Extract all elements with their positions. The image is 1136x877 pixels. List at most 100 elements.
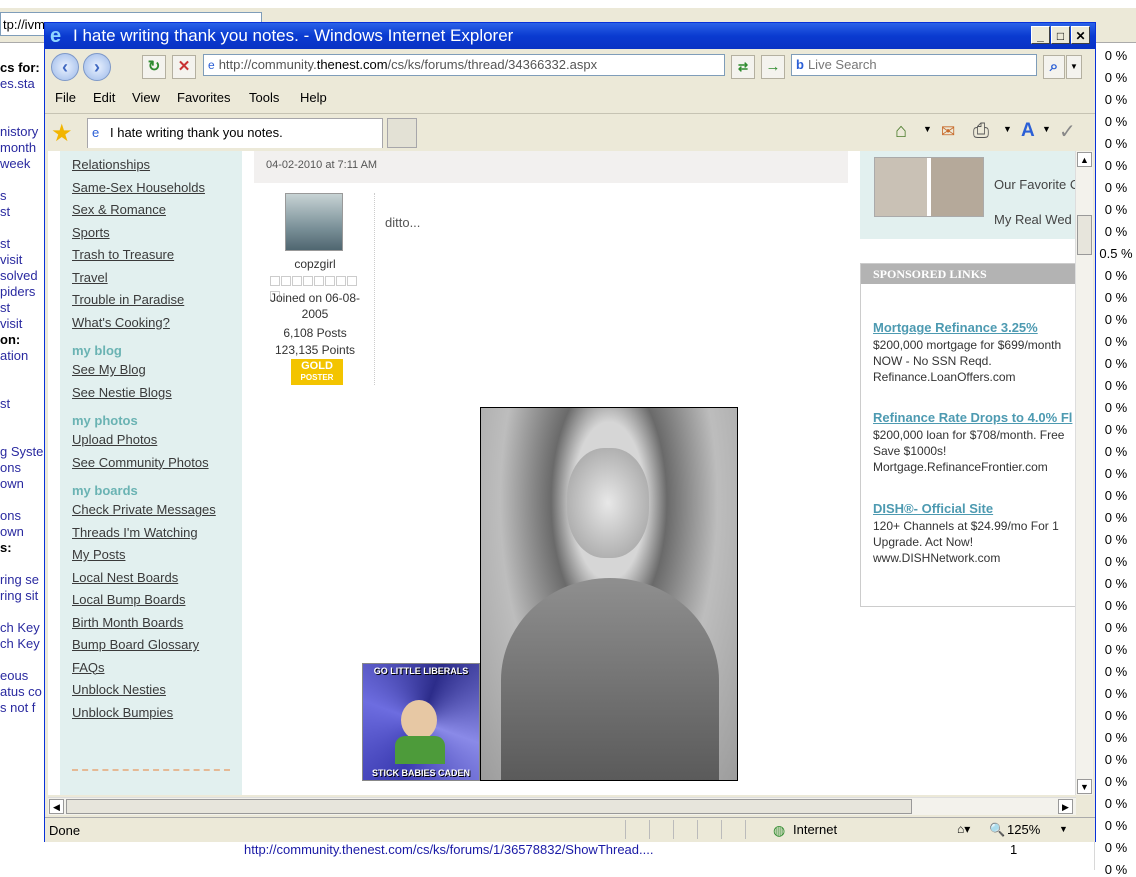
minimize-button[interactable]: _	[1031, 26, 1050, 44]
menu-file[interactable]: File	[55, 90, 76, 105]
horizontal-scrollbar[interactable]: ◀ ▶	[48, 797, 1076, 815]
background-percent-value: 0.5 %	[1099, 246, 1133, 261]
favorites-star-icon[interactable]: ★	[51, 119, 73, 148]
background-percent-value: 0 %	[1104, 444, 1128, 459]
back-arrow-icon[interactable]: ‹	[51, 53, 79, 81]
search-icon[interactable]: ⌕	[1043, 55, 1065, 79]
menu-tools[interactable]: Tools	[249, 90, 279, 105]
menu-view[interactable]: View	[132, 90, 160, 105]
ad-line: 120+ Channels at $24.99/mo For 1	[873, 519, 1059, 533]
left-nav-link[interactable]: Upload Photos	[72, 432, 157, 447]
stop-icon[interactable]: ✕	[172, 55, 196, 79]
feeds-icon[interactable]: ✉	[941, 122, 955, 142]
left-nav-link[interactable]: See Nestie Blogs	[72, 385, 172, 400]
scroll-up-icon[interactable]: ▲	[1077, 152, 1092, 167]
address-bar[interactable]: e http://community.thenest.com/cs/ks/foru…	[203, 54, 725, 76]
scroll-left-icon[interactable]: ◀	[49, 799, 64, 814]
background-percent-value: 0 %	[1104, 818, 1128, 833]
background-row-url[interactable]: http://community.thenest.com/cs/ks/forum…	[244, 842, 653, 857]
background-left-line: ons	[0, 508, 21, 523]
maximize-button[interactable]: □	[1051, 26, 1070, 44]
left-nav-link[interactable]: Threads I'm Watching	[72, 525, 198, 540]
left-nav-link[interactable]: Trash to Treasure	[72, 247, 174, 262]
sponsored-header: SPONSORED LINKS	[861, 264, 1085, 284]
forward-arrow-icon[interactable]: ›	[83, 53, 111, 81]
live-search-input[interactable]: b Live Search	[791, 54, 1037, 76]
spellcheck-icon[interactable]: ✓	[1059, 119, 1076, 144]
left-nav-link[interactable]: What's Cooking?	[72, 315, 170, 330]
scroll-right-icon[interactable]: ▶	[1058, 799, 1073, 814]
left-nav-link[interactable]: Sports	[72, 225, 110, 240]
left-nav-link[interactable]: Trouble in Paradise	[72, 292, 184, 307]
background-left-line: st	[0, 204, 11, 219]
username[interactable]: copzgirl	[262, 257, 368, 271]
ad-title[interactable]: Mortgage Refinance 3.25%	[873, 320, 1038, 335]
ad-title[interactable]: Refinance Rate Drops to 4.0% Fl	[873, 410, 1072, 425]
zoom-dropdown-icon[interactable]: ▼	[1059, 824, 1068, 834]
background-left-line: visit	[0, 316, 23, 331]
background-percent-value: 0 %	[1104, 664, 1128, 679]
status-bar: Done ◍ Internet ⌂▾ 🔍 125% ▼	[45, 817, 1095, 842]
refresh-icon[interactable]: ↻	[142, 55, 166, 79]
protected-mode-icon[interactable]: ⌂▾	[957, 822, 970, 836]
text-size-icon[interactable]: A	[1021, 120, 1035, 142]
background-percent-value: 0 %	[1104, 554, 1128, 569]
left-nav-link[interactable]: Same-Sex Households	[72, 180, 205, 195]
left-nav-link[interactable]: See My Blog	[72, 362, 146, 377]
zoom-icon[interactable]: 🔍	[989, 822, 1005, 838]
home-dropdown-icon[interactable]: ▼	[923, 124, 932, 134]
search-dropdown-icon[interactable]: ▼	[1066, 55, 1082, 79]
left-nav-link[interactable]: See Community Photos	[72, 455, 209, 470]
background-percent-value: 0 %	[1104, 356, 1128, 371]
rating-star-icon	[325, 276, 335, 286]
ad-line: Upgrade. Act Now!	[873, 535, 974, 549]
background-left-line: eous	[0, 668, 29, 683]
print-dropdown-icon[interactable]: ▼	[1003, 124, 1012, 134]
background-percent-value: 0 %	[1104, 796, 1128, 811]
menu-favorites[interactable]: Favorites	[177, 90, 230, 105]
menu-help[interactable]: Help	[300, 90, 327, 105]
meme-baby-body	[395, 736, 445, 764]
left-nav-link[interactable]: FAQs	[72, 660, 105, 675]
print-icon[interactable]: ⎙	[973, 120, 989, 143]
left-nav-link[interactable]: Relationships	[72, 157, 150, 172]
left-nav-link[interactable]: Birth Month Boards	[72, 615, 183, 630]
left-nav-link[interactable]: Sex & Romance	[72, 202, 166, 217]
address-prefix: http://community.	[218, 57, 317, 72]
tab-current[interactable]: e I hate writing thank you notes.	[87, 118, 383, 148]
vertical-scrollbar[interactable]: ▲ ▼	[1075, 151, 1093, 795]
horizontal-scroll-thumb[interactable]	[66, 799, 912, 814]
navigation-bar: ‹ › ↻ ✕ e http://community.thenest.com/cs…	[45, 50, 1095, 84]
left-nav-link[interactable]: Travel	[72, 270, 108, 285]
left-nav-link[interactable]: My Posts	[72, 547, 125, 562]
left-nav-link[interactable]: Local Nest Boards	[72, 570, 178, 585]
zoom-level[interactable]: 125%	[1007, 822, 1040, 837]
background-percent-value: 0 %	[1104, 334, 1128, 349]
close-button[interactable]: ✕	[1071, 26, 1090, 44]
ad-title[interactable]: DISH®- Official Site	[873, 501, 993, 516]
left-nav-link[interactable]: Bump Board Glossary	[72, 637, 199, 652]
wedding-link-real[interactable]: My Real Wed	[994, 212, 1072, 227]
post-date: 04-02-2010 at 7:11 AM	[266, 159, 378, 171]
window-title: I hate writing thank you notes. - Window…	[73, 26, 514, 45]
new-tab-button[interactable]	[387, 118, 417, 148]
menu-edit[interactable]: Edit	[93, 90, 115, 105]
avatar[interactable]	[285, 193, 343, 251]
home-icon[interactable]: ⌂	[895, 120, 907, 143]
vertical-scroll-thumb[interactable]	[1077, 215, 1092, 255]
wedding-photos[interactable]	[874, 157, 984, 217]
background-percent-column: 0 % 0 % 0 % 0 % 0 % 0 % 0 % 0 % 0 % 0.5 % 0 % 0 % 0 …	[1094, 42, 1136, 877]
compatibility-icon[interactable]: ⇄	[731, 55, 755, 79]
left-nav-link[interactable]: Local Bump Boards	[72, 592, 185, 607]
left-nav-link[interactable]: Check Private Messages	[72, 502, 216, 517]
go-arrow-icon[interactable]: →	[761, 55, 785, 79]
tab-page-icon: e	[92, 125, 100, 140]
text-size-dropdown-icon[interactable]: ▼	[1042, 124, 1051, 134]
title-bar[interactable]: e I hate writing thank you notes. - Wind…	[45, 23, 1095, 49]
left-nav-link[interactable]: Unblock Bumpies	[72, 705, 173, 720]
background-percent-value: 0 %	[1104, 400, 1128, 415]
wedding-link-favorite[interactable]: Our Favorite C	[994, 177, 1079, 192]
scroll-down-icon[interactable]: ▼	[1077, 779, 1092, 794]
background-percent-value: 0 %	[1104, 92, 1128, 107]
left-nav-link[interactable]: Unblock Nesties	[72, 682, 166, 697]
